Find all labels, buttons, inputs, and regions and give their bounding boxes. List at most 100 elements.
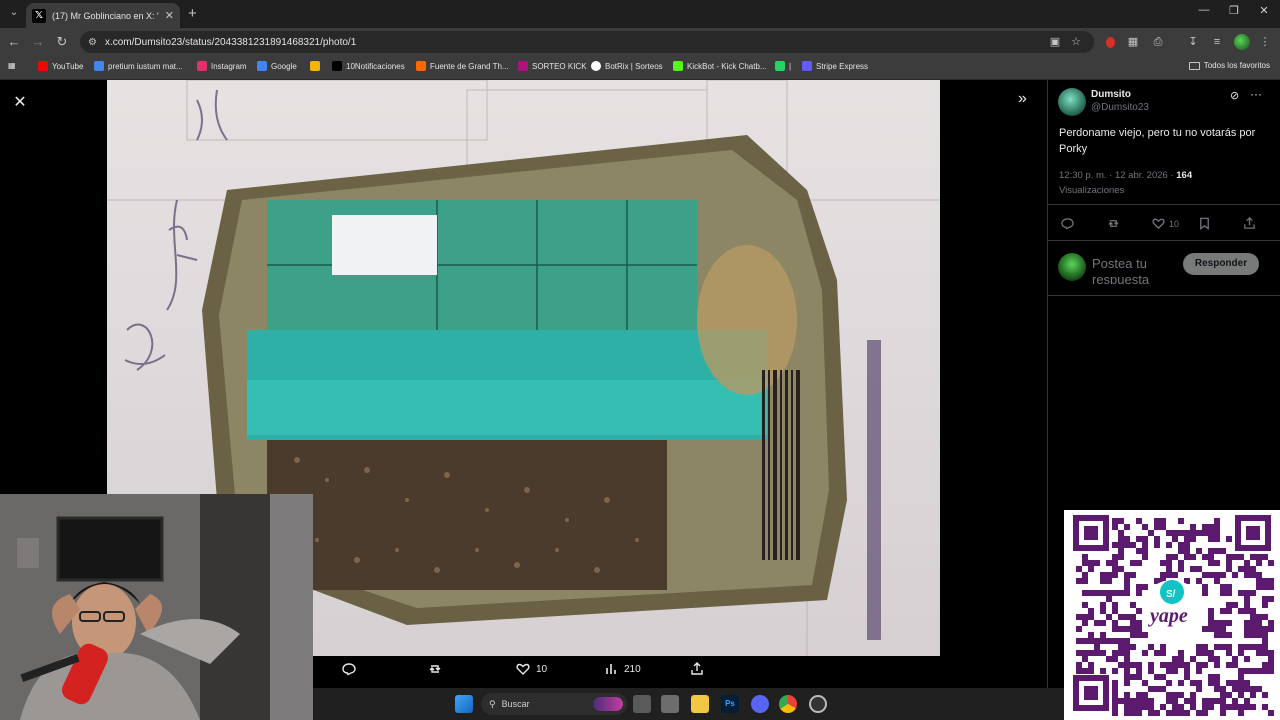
chrome-icon[interactable]	[779, 695, 797, 713]
qr-module	[1268, 620, 1274, 626]
qr-module	[1214, 548, 1220, 554]
reading-list-icon[interactable]: ≡	[1210, 35, 1224, 49]
bookmark-item[interactable]: YouTube	[38, 61, 83, 71]
address-bar[interactable]: ⚙ x.com/Dumsito23/status/204338123189146…	[80, 31, 1094, 53]
bookmark-item[interactable]: Google	[257, 61, 297, 71]
author-name[interactable]: Dumsito	[1091, 89, 1131, 100]
qr-module	[1202, 710, 1208, 716]
downloads-icon[interactable]: ↧	[1186, 35, 1200, 49]
tweet-timestamp[interactable]: 12:30 p. m. · 12 abr. 2026 ·	[1059, 170, 1174, 181]
author-avatar[interactable]	[1058, 88, 1086, 116]
sidebar-share-button[interactable]	[1243, 217, 1256, 230]
bookmark-item[interactable]: SORTEO KICK	[518, 61, 587, 71]
bookmark-item[interactable]: KickBot - Kick Chatb...	[673, 61, 767, 71]
my-avatar[interactable]	[1058, 253, 1086, 281]
like-action[interactable]: 10	[516, 662, 547, 676]
sidebar-reply-button[interactable]	[1061, 217, 1074, 230]
extensions-puzzle-icon[interactable]: ⎙	[1151, 35, 1165, 49]
qr-module	[1256, 560, 1262, 566]
bookmark-item[interactable]: Fuente de Grand Th...	[416, 61, 509, 71]
qr-module	[1118, 626, 1124, 632]
more-options-icon[interactable]: ···	[1250, 87, 1262, 101]
sidebar-repost-button[interactable]	[1107, 217, 1120, 230]
sidebar-like-button[interactable]: 10	[1152, 217, 1179, 230]
qr-module	[1082, 572, 1088, 578]
qr-module	[1250, 686, 1256, 692]
bookmark-item[interactable]: |	[775, 61, 791, 71]
photoshop-icon[interactable]: Ps	[721, 695, 739, 713]
qr-module	[1220, 710, 1226, 716]
tab-close-icon[interactable]: ✕	[165, 9, 174, 22]
tweet-views-label: Visualizaciones	[1059, 185, 1125, 196]
repost-action[interactable]	[428, 662, 442, 676]
taskbar-search[interactable]: ⚲ Buscar	[481, 693, 627, 715]
all-bookmarks-folder[interactable]: Todos los favoritos	[1188, 61, 1270, 70]
qr-module	[1142, 524, 1148, 530]
apps-grid-icon[interactable]: ▦	[8, 61, 16, 70]
qr-module	[1268, 662, 1274, 668]
bookmark-item[interactable]: 10Notificaciones	[332, 61, 405, 71]
qr-module	[1130, 602, 1136, 608]
qr-module	[1088, 590, 1094, 596]
window-close-icon[interactable]: ✕	[1254, 4, 1274, 17]
install-app-icon[interactable]: ▣	[1048, 35, 1062, 49]
site-info-icon[interactable]: ⚙	[88, 37, 97, 48]
qr-module	[1136, 536, 1142, 542]
qr-module	[1196, 680, 1202, 686]
discord-icon[interactable]	[751, 695, 769, 713]
qr-module	[1232, 656, 1238, 662]
grok-icon[interactable]: ⊘	[1230, 89, 1239, 102]
bookmark-label: 10Notificaciones	[346, 61, 405, 71]
file-explorer-icon[interactable]	[691, 695, 709, 713]
extension-red-icon[interactable]	[1106, 37, 1115, 48]
bookmark-item[interactable]: Stripe Express	[802, 61, 868, 71]
obs-icon[interactable]	[809, 695, 827, 713]
qr-module	[1148, 698, 1154, 704]
qr-module	[1214, 674, 1220, 680]
extension-icon[interactable]: ▦	[1126, 35, 1140, 49]
bookmark-label: Instagram	[211, 61, 247, 71]
views-action[interactable]: 210	[604, 662, 641, 676]
qr-module	[1208, 674, 1214, 680]
back-arrow-icon[interactable]: ←	[6, 34, 22, 50]
app-icon[interactable]	[661, 695, 679, 713]
forward-arrow-icon[interactable]: →	[30, 34, 46, 50]
qr-module	[1268, 560, 1274, 566]
bookmark-item[interactable]	[310, 61, 324, 71]
profile-avatar[interactable]	[1234, 34, 1250, 50]
qr-module	[1100, 602, 1106, 608]
reload-icon[interactable]: ↻	[54, 34, 70, 50]
reply-submit-button[interactable]: Responder	[1183, 253, 1259, 275]
bookmark-item[interactable]: pretium iustum mat...	[94, 61, 183, 71]
qr-module	[1154, 518, 1160, 524]
restore-icon[interactable]: ❐	[1224, 4, 1244, 17]
minimize-icon[interactable]: —	[1194, 4, 1214, 16]
bookmark-item[interactable]: BotRix | Sorteos	[591, 61, 663, 71]
qr-module	[1178, 710, 1184, 716]
task-view-icon[interactable]	[633, 695, 651, 713]
qr-module	[1100, 572, 1106, 578]
qr-module	[1256, 620, 1262, 626]
active-tab[interactable]: 𝕏 (17) Mr Goblinciano en X: "Ose ✕	[26, 3, 180, 28]
qr-module	[1268, 596, 1274, 602]
bookmark-star-icon[interactable]: ☆	[1069, 35, 1083, 49]
share-action[interactable]	[690, 662, 704, 676]
tab-search-chevron-icon[interactable]: ⌄	[6, 5, 22, 21]
qr-module	[1142, 548, 1148, 554]
bookmark-item[interactable]: Instagram	[197, 61, 247, 71]
qr-module	[1166, 668, 1172, 674]
qr-module	[1130, 674, 1136, 680]
sidebar-bookmark-button[interactable]	[1198, 217, 1211, 230]
qr-module	[1082, 620, 1088, 626]
qr-module	[1130, 542, 1136, 548]
close-photo-icon[interactable]: ✕	[12, 92, 28, 112]
qr-module	[1160, 572, 1166, 578]
new-tab-button[interactable]: +	[188, 5, 197, 22]
expand-sidebar-icon[interactable]: »	[1018, 90, 1027, 108]
author-handle[interactable]: @Dumsito23	[1091, 102, 1149, 113]
reply-action[interactable]	[342, 662, 356, 676]
chrome-menu-icon[interactable]: ⋮	[1258, 35, 1272, 49]
reply-input[interactable]: Postea tu respuesta	[1092, 256, 1176, 284]
qr-module	[1220, 632, 1226, 638]
windows-start-icon[interactable]	[455, 695, 473, 713]
